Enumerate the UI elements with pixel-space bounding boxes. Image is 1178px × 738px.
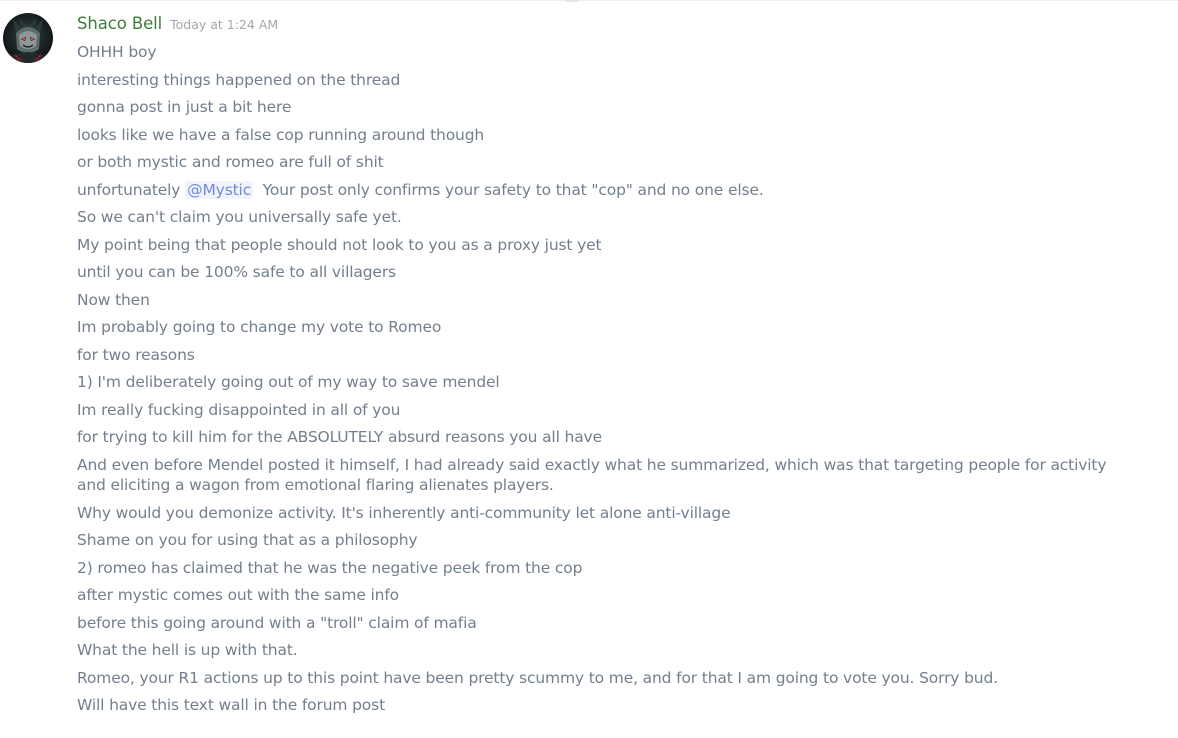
message-line: So we can't claim you universally safe y… bbox=[77, 208, 402, 226]
message-line: Im really fucking disappointed in all of… bbox=[77, 400, 401, 419]
username[interactable]: Shaco Bell bbox=[77, 14, 162, 33]
message-line: Shame on you for using that as a philoso… bbox=[77, 531, 418, 549]
message-text: Your post only confirms your safety to t… bbox=[253, 180, 764, 199]
message-line: My point being that people should not lo… bbox=[77, 235, 602, 254]
message-line: OHHH boy bbox=[77, 43, 157, 61]
message-line: looks like we have a false cop running a… bbox=[77, 125, 485, 144]
message-line: gonna post in just a bit here bbox=[77, 98, 292, 116]
divider-notch bbox=[566, 0, 578, 2]
message-list: OHHH boy interesting things happened on … bbox=[77, 42, 1137, 723]
message-line: for trying to kill him for the ABSOLUTEL… bbox=[77, 428, 602, 446]
message-line: after mystic comes out with the same inf… bbox=[77, 586, 399, 604]
message-text: unfortunately bbox=[77, 180, 186, 199]
message-line: for two reasons bbox=[77, 345, 195, 364]
top-divider bbox=[0, 0, 1178, 1]
message-header: Shaco Bell Today at 1:24 AM bbox=[77, 14, 278, 38]
message-line: or both mystic and romeo are full of shi… bbox=[77, 153, 384, 171]
message-line: 1) I'm deliberately going out of my way … bbox=[77, 373, 500, 391]
message-line: Now then bbox=[77, 290, 150, 309]
message-line: interesting things happened on the threa… bbox=[77, 70, 401, 89]
message-line: Romeo, your R1 actions up to this point … bbox=[77, 668, 998, 687]
jester-avatar-icon[interactable] bbox=[3, 13, 53, 63]
message-line: Will have this text wall in the forum po… bbox=[77, 696, 385, 714]
message-line: And even before Mendel posted it himself… bbox=[77, 455, 1112, 494]
message-line: until you can be 100% safe to all villag… bbox=[77, 263, 396, 281]
user-mention[interactable]: @Mystic bbox=[185, 180, 254, 199]
message-line: Im probably going to change my vote to R… bbox=[77, 318, 442, 336]
message-line: Why would you demonize activity. It's in… bbox=[77, 503, 731, 522]
message-line: What the hell is up with that. bbox=[77, 641, 298, 659]
message-line-with-mention: unfortunately @Mystic Your post only con… bbox=[77, 180, 1137, 200]
message-line: 2) romeo has claimed that he was the neg… bbox=[77, 558, 583, 577]
timestamp: Today at 1:24 AM bbox=[170, 17, 279, 32]
message-line: before this going around with a "troll" … bbox=[77, 613, 477, 632]
